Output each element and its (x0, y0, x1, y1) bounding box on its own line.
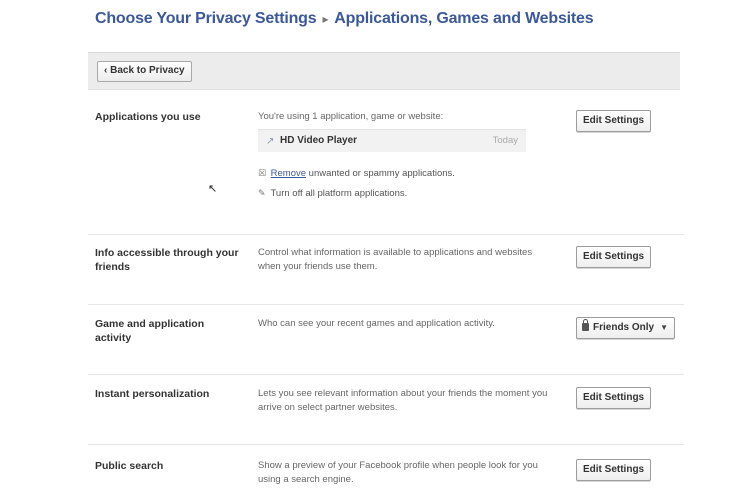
edit-settings-button[interactable]: Edit Settings (576, 459, 652, 481)
row-label: Info accessible through your friends (95, 247, 239, 273)
edit-settings-button[interactable]: Edit Settings (576, 110, 652, 132)
row-info-accessible: Info accessible through your friends Con… (88, 240, 684, 300)
row-label: Applications you use (95, 111, 201, 123)
row-public-search: Public search Show a preview of your Fac… (88, 450, 684, 500)
divider (88, 304, 684, 305)
link-icon: ↗ (266, 136, 275, 147)
row-description: You're using 1 application, game or webs… (258, 111, 444, 122)
row-description: Who can see your recent games and applic… (258, 318, 495, 329)
app-list-item[interactable]: ↗ HD Video Player Today (258, 129, 526, 152)
toolbar: ‹ Back to Privacy (88, 52, 680, 90)
edit-settings-button[interactable]: Edit Settings (576, 387, 652, 409)
row-description: Show a preview of your Facebook profile … (258, 460, 538, 485)
turn-off-text: all platform applications. (302, 188, 408, 199)
pencil-icon: ✎ (258, 188, 266, 198)
page-title-main: Choose Your Privacy Settings (95, 10, 317, 27)
app-name: HD Video Player (280, 135, 358, 146)
row-applications-you-use: Applications you use You're using 1 appl… (88, 100, 684, 230)
row-label: Instant personalization (95, 388, 210, 400)
edit-settings-button[interactable]: Edit Settings (576, 246, 652, 268)
row-label: Public search (95, 460, 164, 472)
divider (88, 444, 684, 445)
close-box-icon: ☒ (258, 168, 267, 178)
row-description: Control what information is available to… (258, 247, 533, 272)
cursor-icon: ↖ (208, 183, 218, 195)
app-date: Today (492, 135, 518, 146)
back-to-privacy-button[interactable]: ‹ Back to Privacy (97, 61, 192, 82)
divider (88, 374, 684, 375)
remove-link[interactable]: Remove (271, 168, 306, 179)
page-title-section: Applications, Games and Websites (334, 10, 594, 27)
row-label: Game and application activity (95, 318, 205, 344)
divider (88, 234, 684, 235)
row-instant-personalization: Instant personalization Lets you see rel… (88, 380, 684, 440)
row-game-activity: Game and application activity Who can se… (88, 310, 684, 370)
row-description: Lets you see relevant information about … (258, 388, 548, 413)
remove-text: unwanted or spammy applications. (306, 168, 455, 179)
privacy-dropdown[interactable]: Friends Only ▼ (576, 317, 676, 339)
turn-off-link[interactable]: Turn off (270, 188, 302, 199)
chevron-down-icon: ▼ (660, 323, 669, 332)
lock-icon (582, 319, 589, 331)
remove-apps-action: ☒ Remove unwanted or spammy applications… (258, 168, 455, 179)
privacy-dropdown-value: Friends Only (593, 322, 655, 333)
turn-off-apps-action: ✎ Turn off all platform applications. (258, 188, 407, 199)
breadcrumb-separator: ▸ (322, 12, 329, 26)
page-title: Choose Your Privacy Settings ▸ Application… (95, 10, 594, 28)
